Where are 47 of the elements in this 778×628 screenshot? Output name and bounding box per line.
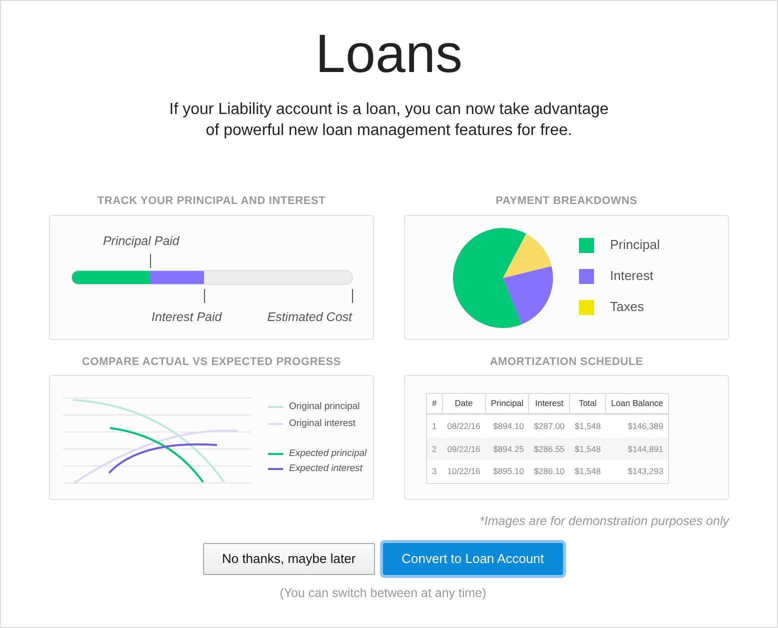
legend-label: Principal — [610, 236, 660, 254]
legend-label: Expected principal — [289, 447, 367, 461]
table-cell: $894.10 — [485, 414, 529, 438]
table-cell: 2 — [426, 438, 442, 460]
table-cell: $1,548 — [570, 414, 606, 438]
table-cell: 1 — [426, 414, 442, 438]
column-header: Total — [570, 394, 606, 414]
table-cell: $144,891 — [606, 438, 669, 460]
legend-label: Interest — [610, 267, 654, 286]
column-header: Loan Balance — [606, 394, 669, 414]
table-cell: 09/22/16 — [442, 438, 486, 460]
legend-label: Taxes — [610, 298, 644, 316]
progress-label: Estimated Cost — [267, 308, 352, 326]
table-cell: $1,548 — [570, 460, 606, 484]
table-cell: 3 — [426, 460, 442, 484]
legend-label: Expected interest — [289, 462, 362, 476]
column-header: # — [426, 394, 442, 414]
table-cell: $286.55 — [528, 438, 570, 460]
progress-label: Principal Paid — [102, 232, 180, 250]
leader-line — [150, 254, 151, 268]
table-cell: $1,548 — [570, 438, 606, 460]
table-cell: $895.10 — [485, 460, 529, 484]
section-heading: PAYMENT BREAKDOWNS — [494, 194, 638, 209]
intro-text: If your Liability account is a loan, you can now take advantage of powerful new loan management features for free. — [168, 100, 610, 141]
column-header: Principal — [485, 394, 529, 414]
column-header: Date — [442, 394, 486, 414]
table-cell: $286.10 — [528, 460, 570, 484]
table-cell: $143,293 — [606, 460, 669, 484]
dismiss-button[interactable]: No thanks, maybe later — [202, 542, 375, 575]
footnote-text: *Images are for demonstration purposes only — [478, 513, 729, 530]
table-cell: $894.25 — [485, 438, 529, 460]
table-cell: $287.00 — [528, 414, 570, 438]
section-heading: TRACK YOUR PRINCIPAL AND INTEREST — [96, 194, 327, 209]
convert-button[interactable]: Convert to Loan Account — [382, 542, 564, 575]
table-cell: 08/22/16 — [442, 414, 486, 438]
legend-label: Original principal — [289, 400, 360, 414]
legend-label: Original interest — [289, 417, 356, 431]
hint-text: (You can switch between at any time) — [278, 584, 488, 602]
progress-label: Interest Paid — [152, 308, 222, 326]
leader-line — [204, 288, 205, 302]
table-cell: $146,389 — [606, 414, 669, 438]
section-heading: AMORTIZATION SCHEDULE — [488, 354, 644, 370]
section-heading: COMPARE ACTUAL VS EXPECTED PROGRESS — [80, 354, 342, 370]
leader-line — [352, 288, 353, 302]
page-title: Loans — [314, 27, 464, 81]
column-header: Interest — [528, 394, 570, 414]
table-cell: 10/22/16 — [442, 460, 486, 484]
